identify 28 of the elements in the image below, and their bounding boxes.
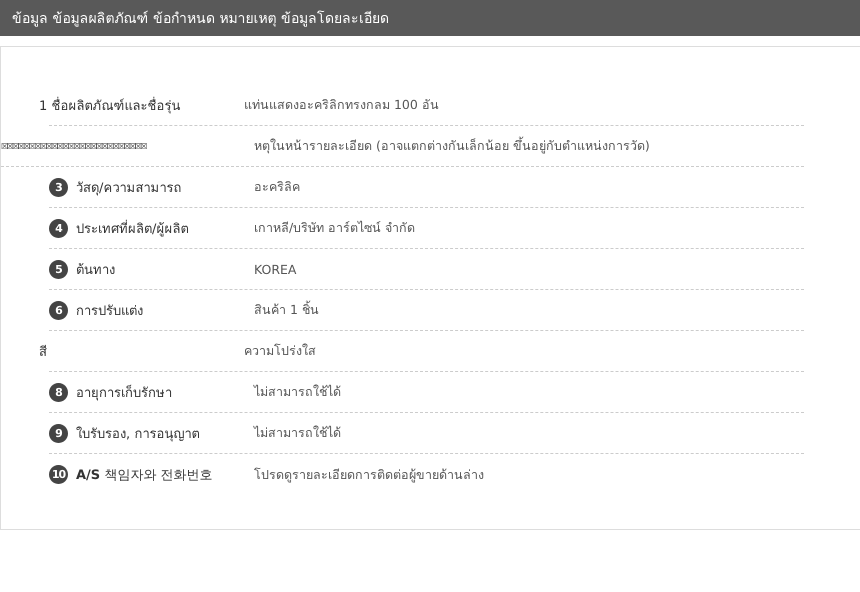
spec-label: ต้นทาง — [76, 262, 115, 280]
number-badge: 5 — [49, 260, 68, 278]
number-badge: 10 — [49, 465, 68, 484]
spec-value: KOREA — [254, 262, 296, 276]
spec-value: เกาหลี/บริษัท อาร์ตไซน์ จำกัด — [254, 219, 416, 237]
header-title: ข้อมูล ข้อมูลผลิตภัณฑ์ ข้อกำหนด หมายเหตุ ข้อมูลโดยละเอียด — [12, 10, 389, 29]
spec-value: สินค้า 1 ชิ้น — [254, 300, 319, 319]
spec-label: ใบรับรอง, การอนุญาต — [76, 426, 200, 444]
number-badge: 4 — [49, 218, 68, 238]
spec-label: การปรับแต่ง — [76, 302, 143, 320]
spec-label: วัสดุ/ความสามารถ — [76, 180, 182, 198]
spec-value: โปรดดูรายละเอียดการติดต่อผู้ขายด้านล่าง — [254, 466, 484, 484]
number-badge: 8 — [49, 382, 68, 402]
spec-label: ☒☒☒☒☒☒☒☒☒☒☒☒☒☒☒☒☒☒☒☒☒☒☒☒☒☒ — [1, 142, 146, 150]
spec-value: ความโปร่งใส — [244, 342, 316, 360]
number-badge: 6 — [49, 300, 68, 320]
number-badge: 3 — [49, 178, 68, 196]
spec-value: แท่นแสดงอะคริลิกทรงกลม 100 อัน — [244, 96, 439, 114]
spec-label: A/S 책임자와 전화번호 — [76, 466, 212, 484]
spec-label: สี — [39, 344, 47, 362]
spec-label: อายุการเก็บรักษา — [76, 384, 172, 402]
spec-value: ไม่สามารถใช้ได้ — [254, 383, 341, 401]
spec-value: ไม่สามารถใช้ได้ — [254, 424, 341, 442]
spec-label: 1 ชื่อผลิตภัณฑ์และชื่อรุ่น — [39, 96, 180, 116]
spec-label: ประเทศที่ผลิต/ผู้ผลิต — [76, 218, 188, 238]
spec-value: อะคริลิค — [254, 178, 300, 196]
number-badge: 9 — [49, 424, 68, 442]
spec-value: หตุในหน้ารายละเอียด (อาจแตกต่างกันเล็กน้อย ขึ้นอยู่กับตำแหน่งการวัด) — [254, 136, 650, 156]
